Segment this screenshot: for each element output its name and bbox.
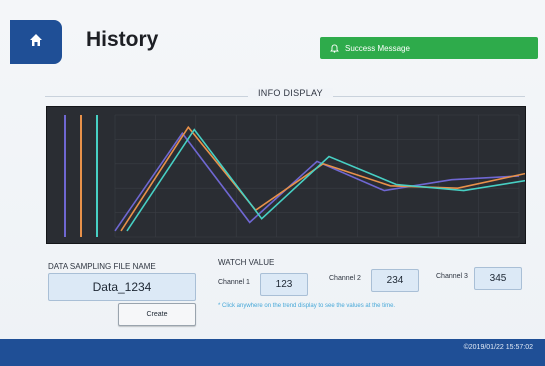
footer-bar: ©2019/01/22 15:57:02	[0, 339, 545, 366]
create-button[interactable]: Create	[118, 303, 196, 326]
page-title: History	[86, 28, 159, 51]
info-display-title: INFO DISPLAY	[248, 88, 333, 98]
file-name-input[interactable]: Data_1234	[48, 273, 196, 301]
trend-display[interactable]	[46, 106, 532, 244]
series-line-3	[126, 128, 532, 232]
header: History Success Message	[0, 0, 545, 68]
watch-value-label: WATCH VALUE	[218, 258, 275, 267]
history-screen: History Success Message INFO DISPLAY DAT…	[0, 0, 545, 366]
channel-3-value[interactable]: 345	[474, 267, 522, 290]
bell-icon	[330, 43, 339, 53]
timestamp: ©2019/01/22 15:57:02	[463, 344, 533, 351]
channel-2-label: Channel 2	[329, 275, 361, 282]
channel-1-value[interactable]: 123	[260, 273, 308, 296]
toast-text: Success Message	[345, 43, 410, 53]
trend-chart[interactable]	[47, 107, 532, 243]
hint-text: * Click anywhere on the trend display to…	[218, 303, 396, 309]
success-toast[interactable]: Success Message	[320, 37, 538, 59]
file-name-label: DATA SAMPLING FILE NAME	[48, 262, 156, 271]
home-icon	[29, 33, 43, 52]
channel-2-value[interactable]: 234	[371, 269, 419, 292]
channel-3-label: Channel 3	[436, 273, 468, 280]
channel-1-label: Channel 1	[218, 279, 250, 286]
home-button[interactable]	[10, 20, 62, 64]
